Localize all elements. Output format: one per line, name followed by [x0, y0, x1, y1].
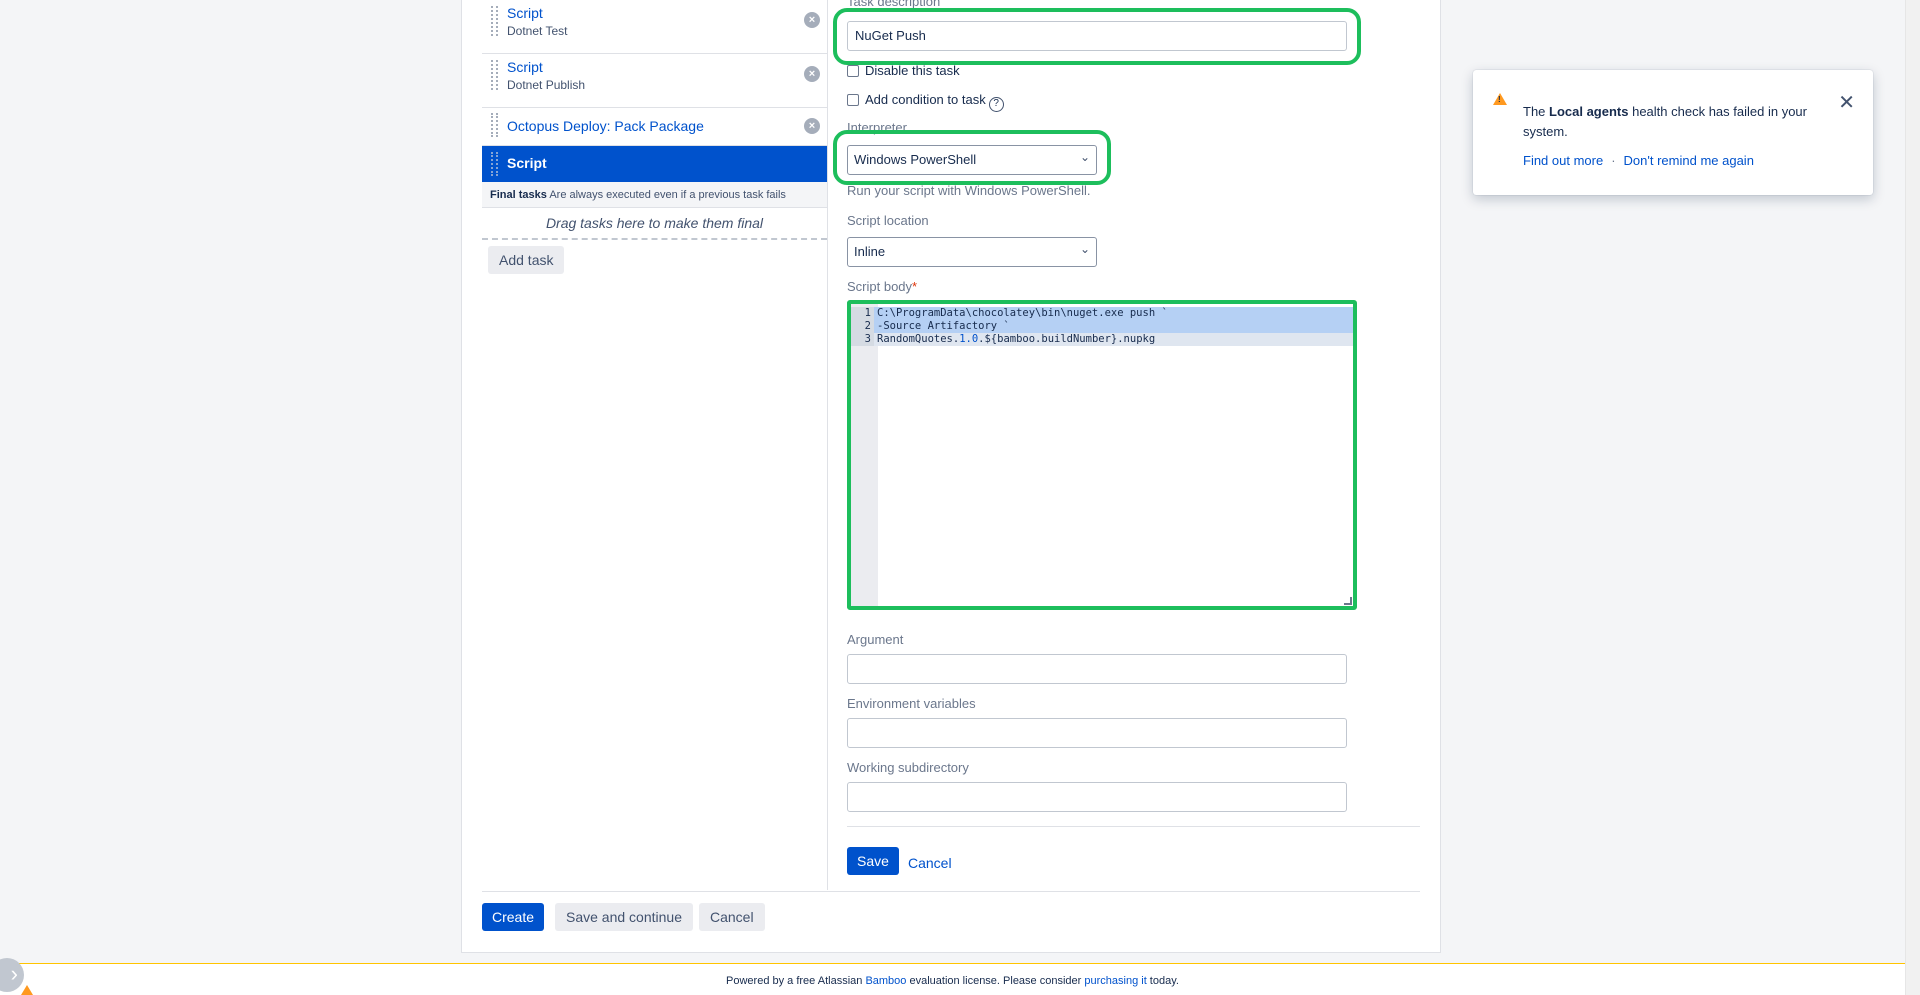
purchasing-link[interactable]: purchasing it — [1084, 975, 1146, 987]
environment-variables-input[interactable] — [847, 718, 1347, 748]
chevron-down-icon: ⌄ — [1079, 242, 1090, 256]
flag-message: The Local agents health check has failed… — [1523, 102, 1848, 142]
remove-task-icon[interactable]: × — [804, 66, 820, 82]
warning-icon — [1493, 93, 1507, 105]
footer-text: today. — [1146, 975, 1179, 987]
add-task-button[interactable]: Add task — [488, 246, 565, 274]
drag-handle-icon[interactable] — [491, 6, 498, 36]
dont-remind-link[interactable]: Don't remind me again — [1624, 153, 1754, 168]
final-tasks-title: Final tasks — [490, 189, 547, 201]
cancel-link[interactable]: Cancel — [908, 855, 952, 871]
bamboo-link[interactable]: Bamboo — [865, 975, 906, 987]
argument-input[interactable] — [847, 654, 1347, 684]
disable-task-label: Disable this task — [865, 63, 960, 78]
footer-text: Powered by a free Atlassian — [726, 975, 866, 987]
add-condition-label: Add condition to task — [865, 92, 986, 107]
save-and-continue-button[interactable]: Save and continue — [555, 903, 693, 931]
health-check-flag: The Local agents health check has failed… — [1473, 70, 1873, 195]
scrollbar[interactable] — [1905, 0, 1920, 995]
create-button[interactable]: Create — [482, 903, 545, 931]
flag-actions: Find out more · Don't remind me again — [1523, 153, 1754, 168]
divider — [482, 891, 1420, 892]
task-name: Script — [507, 59, 543, 75]
divider — [847, 826, 1420, 827]
disable-task-checkbox[interactable]: Disable this task — [847, 63, 960, 78]
task-name: Octopus Deploy: Pack Package — [507, 118, 704, 134]
task-item-active[interactable]: Script — [482, 146, 827, 182]
final-tasks-header: Final tasks Are always executed even if … — [482, 182, 827, 208]
remove-task-icon[interactable]: × — [804, 12, 820, 28]
task-description: Dotnet Test — [507, 24, 568, 38]
drag-handle-icon[interactable] — [491, 152, 498, 176]
help-icon[interactable]: ? — [988, 97, 1004, 112]
remove-task-icon[interactable]: × — [804, 118, 820, 134]
column-divider — [827, 0, 828, 890]
checkbox[interactable] — [847, 94, 859, 106]
task-description-input[interactable]: NuGet Push — [847, 21, 1347, 51]
task-item[interactable]: Script Dotnet Publish × — [482, 54, 827, 108]
interpreter-hint: Run your script with Windows PowerShell. — [847, 183, 1091, 198]
flag-message-pre: The — [1523, 104, 1550, 119]
script-location-select[interactable]: Inline ⌄ — [847, 237, 1097, 267]
license-footer: Powered by a free Atlassian Bamboo evalu… — [0, 963, 1905, 995]
argument-label: Argument — [847, 632, 904, 647]
save-button[interactable]: Save — [847, 847, 899, 875]
final-tasks-note: Are always executed even if a previous t… — [549, 189, 786, 201]
footer-text: evaluation license. Please consider — [906, 975, 1085, 987]
task-description: Dotnet Publish — [507, 78, 586, 92]
drag-handle-icon[interactable] — [491, 60, 498, 90]
flag-message-bold: Local agents — [1549, 104, 1629, 119]
highlight-annotation — [833, 130, 1111, 185]
task-item[interactable]: Script Dotnet Test × — [482, 0, 827, 54]
task-name: Script — [507, 5, 543, 21]
cancel-button[interactable]: Cancel — [699, 903, 765, 931]
highlight-annotation — [847, 300, 1357, 610]
warning-icon — [21, 985, 33, 995]
task-item[interactable]: Octopus Deploy: Pack Package × — [482, 108, 827, 146]
environment-variables-label: Environment variables — [847, 696, 976, 711]
add-condition-checkbox[interactable]: Add condition to task? — [847, 92, 1004, 112]
close-icon[interactable]: ✕ — [1838, 90, 1855, 115]
separator: · — [1611, 153, 1616, 168]
script-body-label-text: Script body — [847, 279, 913, 294]
working-subdirectory-input[interactable] — [847, 782, 1347, 812]
find-out-more-link[interactable]: Find out more — [1523, 153, 1603, 168]
script-location-value: Inline — [854, 244, 886, 259]
drag-handle-icon[interactable] — [491, 113, 498, 137]
checkbox[interactable] — [847, 65, 859, 77]
working-subdirectory-label: Working subdirectory — [847, 760, 969, 775]
final-tasks-drop-zone[interactable]: Drag tasks here to make them final — [482, 208, 827, 240]
script-location-label: Script location — [847, 213, 929, 228]
required-mark: * — [912, 279, 918, 294]
task-list: Script Dotnet Test × Script Dotnet Publi… — [482, 0, 827, 240]
script-body-label: Script body* — [847, 279, 917, 294]
task-name: Script — [507, 155, 547, 171]
